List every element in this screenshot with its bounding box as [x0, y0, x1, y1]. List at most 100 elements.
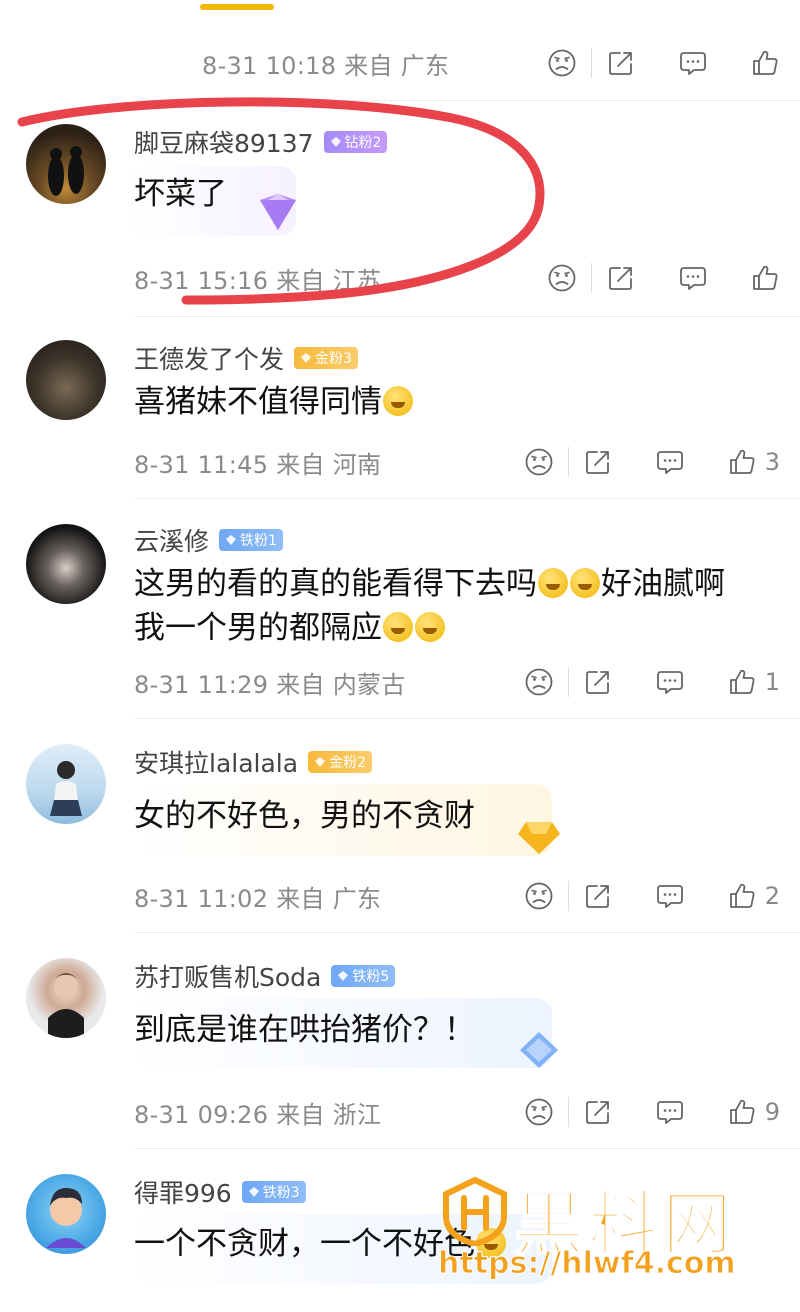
comment-icon[interactable]: [655, 876, 685, 916]
fan-badge: 金粉2: [308, 751, 372, 773]
comment-icon[interactable]: [678, 43, 708, 83]
comment-text: 女的不好色，男的不贪财: [134, 798, 475, 834]
comment-text-content: 喜猪妹不值得同情: [134, 384, 382, 420]
top-comment-meta-row: 8-31 10:18 来自 广东: [202, 43, 800, 83]
avatar[interactable]: [26, 744, 106, 824]
fan-badge: 金粉3: [294, 347, 358, 369]
comment-actions: 1: [524, 662, 780, 702]
avatar[interactable]: [26, 1174, 106, 1254]
divider: [134, 932, 800, 933]
comment-text-line: 这男的看的真的能看得下去吗 好油腻啊: [134, 562, 725, 606]
username[interactable]: 王德发了个发: [134, 340, 284, 376]
blue-gem-decoration-icon: [520, 1032, 558, 1068]
sad-face-icon[interactable]: [547, 43, 577, 83]
comment-icon[interactable]: [655, 1092, 685, 1132]
like-count: 9: [764, 1098, 780, 1126]
comment-text: 到底是谁在哄抬猪价？！: [134, 1012, 475, 1048]
comment-meta-row: 8-31 09:26 来自 浙江 9: [134, 1092, 800, 1132]
badge-label: 铁粉5: [352, 969, 390, 985]
badge-label: 金粉3: [315, 351, 352, 367]
divider: [134, 100, 800, 101]
separator: [567, 881, 569, 911]
laughing-crying-emoji-icon: [538, 568, 568, 598]
comment-actions: [547, 258, 780, 298]
comment-meta-row: 8-31 11:02 来自 广东 2: [134, 876, 800, 916]
sad-face-icon[interactable]: [524, 1092, 554, 1132]
comment-text-content: 好油腻啊: [601, 566, 725, 602]
fan-badge: 铁粉3: [241, 1181, 306, 1203]
like-count: 3: [764, 448, 780, 476]
username[interactable]: 得罪996: [134, 1174, 232, 1210]
divider: [134, 718, 800, 719]
comment-meta-row: 8-31 11:29 来自 内蒙古 1: [134, 662, 800, 702]
fan-badge: 铁粉5: [331, 965, 396, 987]
comment-meta-row: 8-31 15:16 来自 江苏: [134, 258, 800, 298]
comment-text-line: 我一个男的都隔应: [134, 606, 446, 650]
share-icon[interactable]: [583, 442, 613, 482]
sad-face-icon[interactable]: [547, 258, 577, 298]
thumbs-up-icon[interactable]: 1: [727, 662, 780, 702]
badge-label: 钻粉2: [344, 135, 382, 151]
crying-emoji-icon: [383, 386, 413, 416]
comment-author[interactable]: 苏打贩售机Soda 铁粉5: [134, 958, 396, 994]
separator: [567, 447, 569, 477]
fan-badge: 钻粉2: [323, 131, 388, 153]
watermark: 黑料网 https://hlwf4.com: [436, 1168, 776, 1288]
username[interactable]: 云溪修: [134, 522, 209, 558]
comment-text-content: 这男的看的真的能看得下去吗: [134, 566, 537, 602]
share-icon[interactable]: [583, 1092, 613, 1132]
badge-label: 铁粉1: [240, 533, 277, 549]
laughing-crying-emoji-icon: [415, 612, 445, 642]
diamond-decoration-icon: [260, 194, 296, 230]
thumbs-up-icon[interactable]: 9: [727, 1092, 780, 1132]
username[interactable]: 苏打贩售机Soda: [134, 958, 321, 994]
divider: [134, 316, 800, 317]
comment-actions: 9: [524, 1092, 780, 1132]
divider: [134, 498, 800, 499]
comment-author[interactable]: 得罪996 铁粉3: [134, 1174, 306, 1210]
comment-author[interactable]: 脚豆麻袋89137 钻粉2: [134, 124, 388, 160]
comment-meta: 8-31 09:26 来自 浙江: [134, 1100, 382, 1129]
avatar[interactable]: [26, 958, 106, 1038]
comment-actions: 2: [524, 876, 780, 916]
laughing-crying-emoji-icon: [570, 568, 600, 598]
comment-text: 坏菜了: [134, 176, 227, 212]
comment-actions: [547, 43, 780, 83]
share-icon[interactable]: [583, 662, 613, 702]
avatar[interactable]: [26, 524, 106, 604]
comment-meta: 8-31 11:29 来自 内蒙古: [134, 670, 406, 699]
comment-icon[interactable]: [678, 258, 708, 298]
comment-author[interactable]: 安琪拉lalalala 金粉2: [134, 744, 372, 780]
username[interactable]: 安琪拉lalalala: [134, 744, 298, 780]
comment-actions: 3: [524, 442, 780, 482]
comment-icon[interactable]: [655, 662, 685, 702]
sad-face-icon[interactable]: [524, 442, 554, 482]
comment-meta: 8-31 11:02 来自 广东: [134, 884, 382, 913]
comment-author[interactable]: 云溪修 铁粉1: [134, 522, 283, 558]
like-count: 1: [764, 668, 780, 696]
separator: [591, 48, 592, 78]
sad-face-icon[interactable]: [524, 662, 554, 702]
comment-meta-row: 8-31 11:45 来自 河南 3: [134, 442, 800, 482]
thumbs-up-icon[interactable]: 2: [727, 876, 780, 916]
share-icon[interactable]: [606, 258, 636, 298]
like-count: 2: [764, 882, 780, 910]
comment-author[interactable]: 王德发了个发 金粉3: [134, 340, 358, 376]
username[interactable]: 脚豆麻袋89137: [134, 124, 314, 160]
comment-meta: 8-31 10:18 来自 广东: [202, 51, 450, 80]
thumbs-up-icon[interactable]: 3: [727, 442, 780, 482]
comment-icon[interactable]: [655, 442, 685, 482]
share-icon[interactable]: [583, 876, 613, 916]
laughing-crying-emoji-icon: [383, 612, 413, 642]
tab-indicator: [200, 4, 274, 10]
separator: [567, 667, 569, 697]
share-icon[interactable]: [606, 43, 636, 83]
sad-face-icon[interactable]: [524, 876, 554, 916]
thumbs-up-icon[interactable]: [750, 43, 780, 83]
avatar[interactable]: [26, 340, 106, 420]
watermark-url: https://hlwf4.com: [438, 1246, 737, 1282]
thumbs-up-icon[interactable]: [750, 258, 780, 298]
divider: [134, 1148, 800, 1149]
avatar[interactable]: [26, 124, 106, 204]
comment-meta: 8-31 15:16 来自 江苏: [134, 266, 382, 295]
